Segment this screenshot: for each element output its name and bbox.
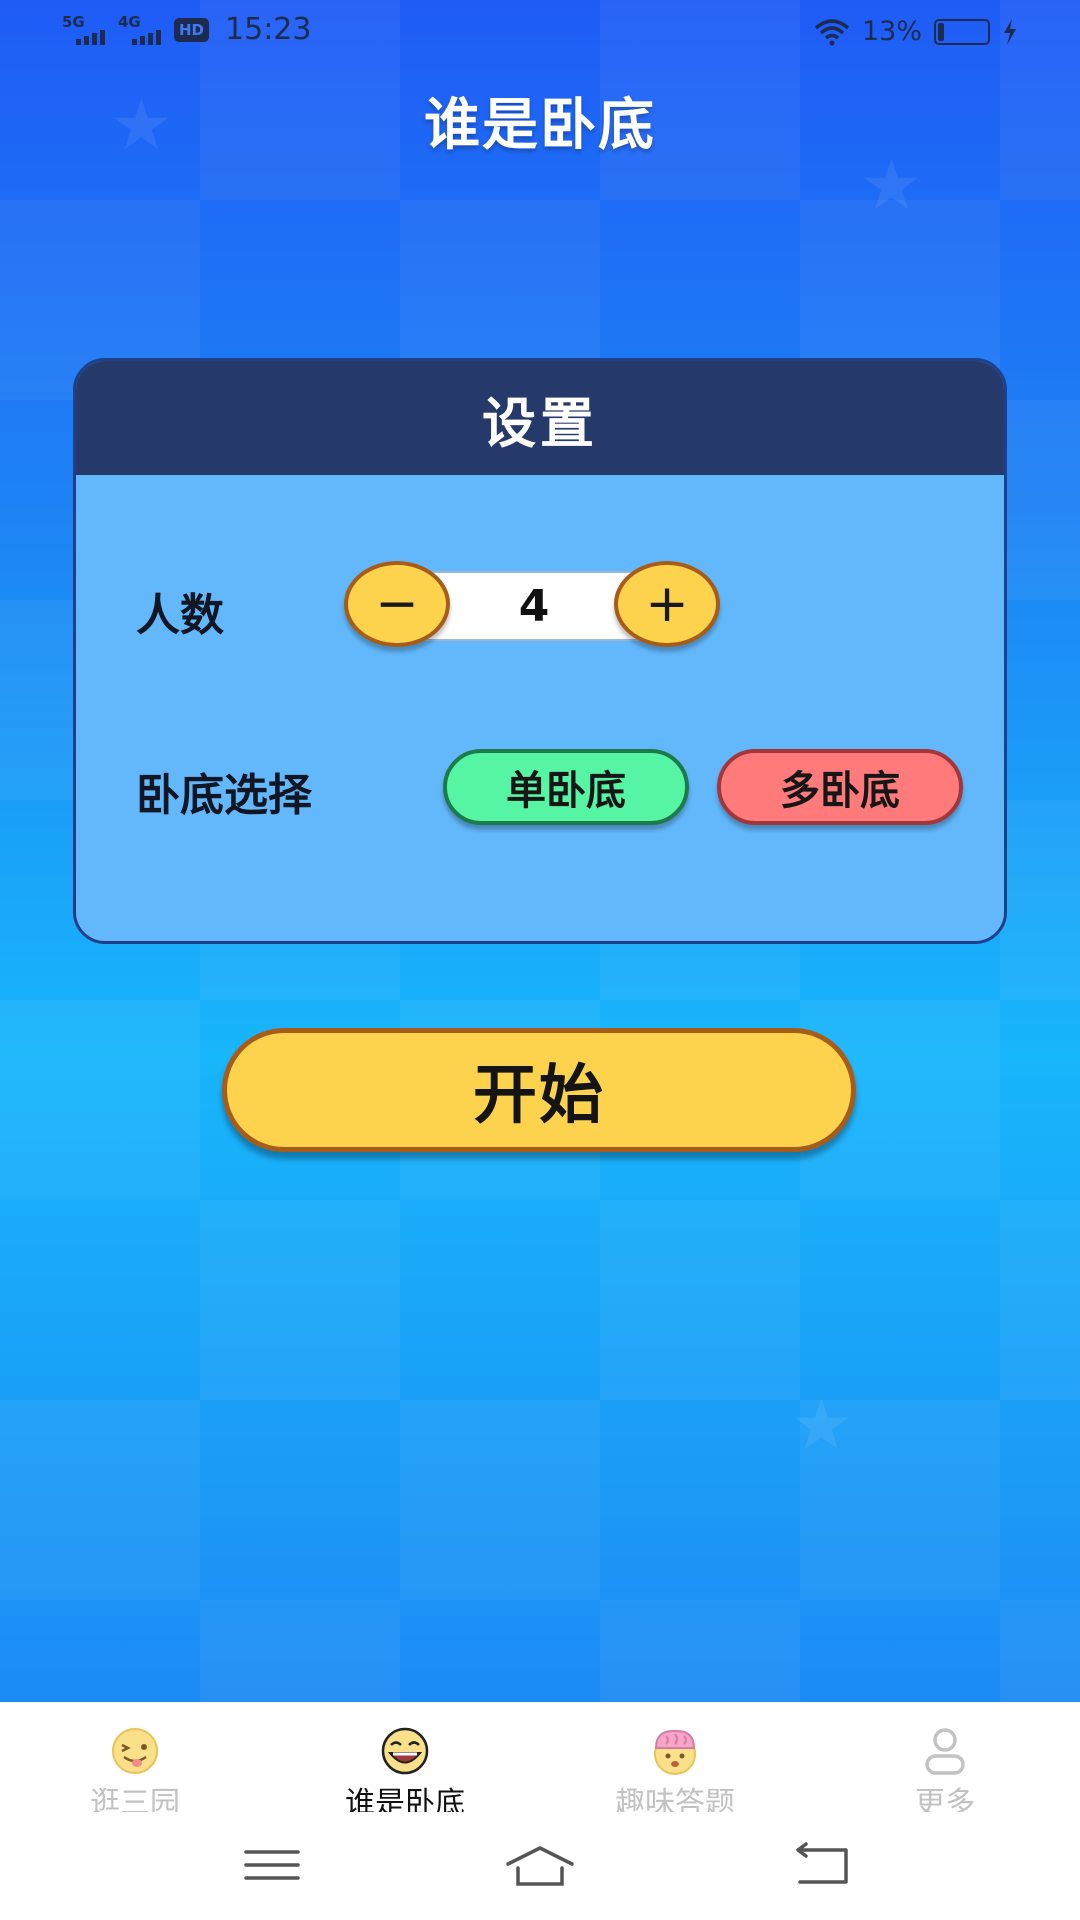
start-button[interactable]: 开始 [222,1028,856,1152]
wifi-icon [814,18,850,45]
status-time: 15:23 [225,12,312,47]
minus-icon: − [375,574,419,634]
bottom-tab-bar: 逛三园 谁是卧底 趣味答题 更多 [0,1702,1080,1821]
battery-icon [934,18,990,45]
status-bar: 5G 4G HD 15:23 13% [0,0,1080,66]
increment-button[interactable]: + [614,561,720,647]
network-type-label: 4G [118,12,141,31]
tab-fun-quiz[interactable]: 趣味答题 [565,1726,785,1822]
single-spy-button[interactable]: 单卧底 [443,749,689,825]
battery-percent: 13% [861,16,922,47]
network-type-label: 5G [62,12,85,31]
page-title: 谁是卧底 [424,93,656,158]
menu-icon[interactable] [232,1840,312,1890]
home-icon[interactable] [500,1840,580,1890]
tab-who-is-spy[interactable]: 谁是卧底 [295,1726,515,1822]
tab-more[interactable]: 更多 [835,1726,1055,1822]
tongue-face-icon [112,1728,158,1774]
signal-5g-icon: 5G [62,13,110,47]
settings-header: 设置 [76,361,1004,475]
spy-mode-label: 卧底选择 [136,770,312,821]
plus-icon: + [645,574,689,634]
person-icon [925,1728,965,1775]
decrement-button[interactable]: − [344,561,450,647]
status-right: 13% [814,16,1018,47]
laughing-face-icon [381,1727,429,1775]
brain-face-icon [654,1729,696,1775]
charging-icon [1004,18,1016,45]
system-nav-bar [0,1812,1080,1920]
multi-spy-button[interactable]: 多卧底 [717,749,963,825]
back-icon[interactable] [782,1840,862,1890]
settings-panel: 设置 人数 4 − + 卧底选择 单卧底 多卧底 [73,358,1007,944]
player-count-stepper: 4 − + [344,561,724,651]
star-decoration: ★ [790,1384,853,1466]
tab-guang-san-yuan[interactable]: 逛三园 [25,1726,245,1822]
status-left: 5G 4G HD 15:23 [62,12,311,47]
player-count-label: 人数 [136,590,224,641]
hd-voice-badge: HD [174,17,210,42]
signal-4g-icon: 4G [118,13,166,47]
